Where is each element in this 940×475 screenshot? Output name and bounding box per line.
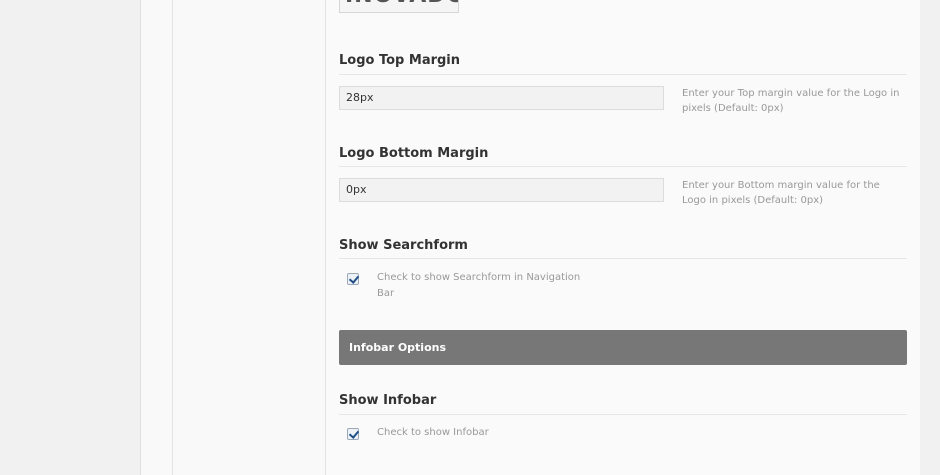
section-divider — [339, 166, 907, 167]
logo-bottom-margin-title: Logo Bottom Margin — [339, 146, 489, 161]
logo-preview-image: INOVADO — [339, 0, 459, 13]
show-infobar-title: Show Infobar — [339, 393, 437, 408]
infobar-options-header-label: Infobar Options — [349, 341, 447, 354]
section-divider — [339, 258, 907, 259]
show-searchform-label: Check to show Searchform in Navigation B… — [377, 272, 581, 299]
logo-bottom-margin-input[interactable]: 0px — [339, 178, 664, 202]
logo-top-margin-input[interactable]: 28px — [339, 86, 664, 110]
section-divider — [339, 414, 907, 415]
show-infobar-label: Check to show Infobar — [377, 427, 489, 438]
logo-top-margin-title: Logo Top Margin — [339, 53, 461, 68]
infobar-options-header[interactable]: Infobar Options — [339, 330, 907, 365]
logo-bottom-margin-help: Enter your Bottom margin value for the L… — [682, 180, 880, 206]
show-infobar-checkbox[interactable] — [347, 428, 359, 440]
logo-top-margin-help: Enter your Top margin value for the Logo… — [682, 88, 900, 114]
options-page: INOVADO Logo Top Margin 28px Enter your … — [0, 0, 940, 475]
panel-column-divider — [172, 0, 173, 475]
admin-sidebar-gutter — [0, 0, 140, 475]
section-divider — [339, 74, 907, 75]
show-searchform-title: Show Searchform — [339, 238, 468, 253]
logo-preview-text: INOVADO — [345, 0, 458, 8]
show-searchform-checkbox[interactable] — [347, 273, 359, 285]
